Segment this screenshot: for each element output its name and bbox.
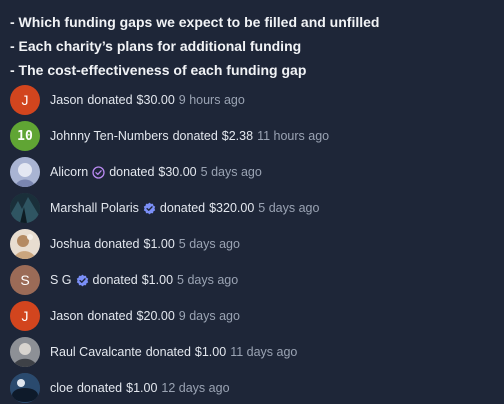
avatar[interactable]: 10	[10, 121, 40, 151]
donation-time: 12 days ago	[161, 381, 230, 395]
avatar-photo-joshua	[10, 229, 40, 259]
donation-row: J Jason donated $30.00 9 hours ago	[10, 82, 494, 118]
donation-amount: $1.00	[126, 381, 158, 395]
donation-amount: $320.00	[209, 201, 255, 215]
avatar[interactable]: J	[10, 301, 40, 331]
blue-verified-icon	[143, 202, 156, 215]
donation-time: 9 days ago	[178, 309, 240, 323]
purple-check-outline-icon	[92, 165, 105, 179]
avatar-photo-alicorn	[10, 157, 40, 187]
donation-time: 5 days ago	[177, 273, 239, 287]
donor-name[interactable]: S G	[50, 273, 72, 287]
donation-amount: $20.00	[136, 309, 175, 323]
donation-text: Joshua donated $1.00 5 days ago	[50, 237, 240, 251]
bullet-cost-effectiveness: - The cost-effectiveness of each funding…	[10, 62, 307, 78]
avatar-photo-raul-cavalcante	[10, 337, 40, 367]
donation-row: Joshua donated $1.00 5 days ago	[10, 226, 494, 262]
donation-amount: $1.00	[141, 273, 174, 287]
avatar[interactable]	[10, 193, 40, 223]
donation-time: 11 hours ago	[257, 129, 330, 143]
donation-row: Raul Cavalcante donated $1.00 11 days ag…	[10, 334, 494, 370]
avatar[interactable]	[10, 157, 40, 187]
donation-amount: $2.38	[221, 129, 254, 143]
donation-text: S G donated $1.00 5 days ago	[50, 273, 238, 287]
blue-verified-icon	[76, 274, 89, 287]
avatar-photo-cloe	[10, 373, 40, 403]
avatar[interactable]	[10, 373, 40, 403]
donor-name[interactable]: Marshall Polaris	[50, 201, 139, 215]
donation-action: donated	[145, 345, 191, 359]
donation-action: donated	[172, 129, 218, 143]
avatar[interactable]	[10, 337, 40, 367]
donation-text: cloe donated $1.00 12 days ago	[50, 381, 230, 395]
donation-time: 5 days ago	[258, 201, 320, 215]
donation-amount: $30.00	[158, 165, 197, 179]
donation-row: Marshall Polaris donated $320.00 5 days …	[10, 190, 494, 226]
donation-text: Marshall Polaris donated $320.00 5 days …	[50, 201, 319, 215]
donor-name[interactable]: Johnny Ten-Numbers	[50, 129, 169, 143]
avatar[interactable]	[10, 229, 40, 259]
avatar[interactable]: S	[10, 265, 40, 295]
donation-action: donated	[159, 201, 206, 215]
funding-bullet-list: - Which funding gaps we expect to be fil…	[10, 12, 494, 84]
donation-time: 5 days ago	[178, 237, 240, 251]
avatar[interactable]: J	[10, 85, 40, 115]
donation-row: 10 Johnny Ten-Numbers donated $2.38 11 h…	[10, 118, 494, 154]
avatar-photo-marshall-polaris	[10, 193, 40, 223]
donor-name[interactable]: Jason	[50, 309, 83, 323]
donation-action: donated	[92, 273, 138, 287]
donation-action: donated	[109, 165, 155, 179]
donor-name[interactable]: Jason	[50, 93, 83, 107]
donation-action: donated	[87, 309, 133, 323]
donation-amount: $30.00	[136, 93, 175, 107]
donation-action: donated	[94, 237, 140, 251]
bullet-funding-gaps: - Which funding gaps we expect to be fil…	[10, 14, 380, 30]
donor-name[interactable]: Joshua	[50, 237, 90, 251]
donation-time: 9 hours ago	[178, 93, 245, 107]
bullet-additional-funding: - Each charity’s plans for additional fu…	[10, 38, 302, 54]
donation-text: Raul Cavalcante donated $1.00 11 days ag…	[50, 345, 297, 359]
donation-action: donated	[87, 93, 133, 107]
donation-row: J Jason donated $20.00 9 days ago	[10, 298, 494, 334]
donor-name[interactable]: Raul Cavalcante	[50, 345, 142, 359]
donation-text: Jason donated $30.00 9 hours ago	[50, 93, 245, 107]
donation-text: Alicorn donated $30.00 5 days ago	[50, 165, 262, 179]
donation-action: donated	[76, 381, 123, 395]
donation-amount: $1.00	[143, 237, 175, 251]
donor-name[interactable]: cloe	[50, 381, 73, 395]
donation-row: Alicorn donated $30.00 5 days ago	[10, 154, 494, 190]
donation-text: Jason donated $20.00 9 days ago	[50, 309, 240, 323]
donation-feed: J Jason donated $30.00 9 hours ago 10 Jo…	[10, 82, 494, 404]
donation-row: cloe donated $1.00 12 days ago	[10, 370, 494, 404]
donation-text: Johnny Ten-Numbers donated $2.38 11 hour…	[50, 129, 329, 143]
donation-row: S S G donated $1.00 5 days ago	[10, 262, 494, 298]
donor-name[interactable]: Alicorn	[50, 165, 88, 179]
donation-amount: $1.00	[194, 345, 227, 359]
donation-time: 11 days ago	[230, 345, 298, 359]
donation-time: 5 days ago	[200, 165, 262, 179]
